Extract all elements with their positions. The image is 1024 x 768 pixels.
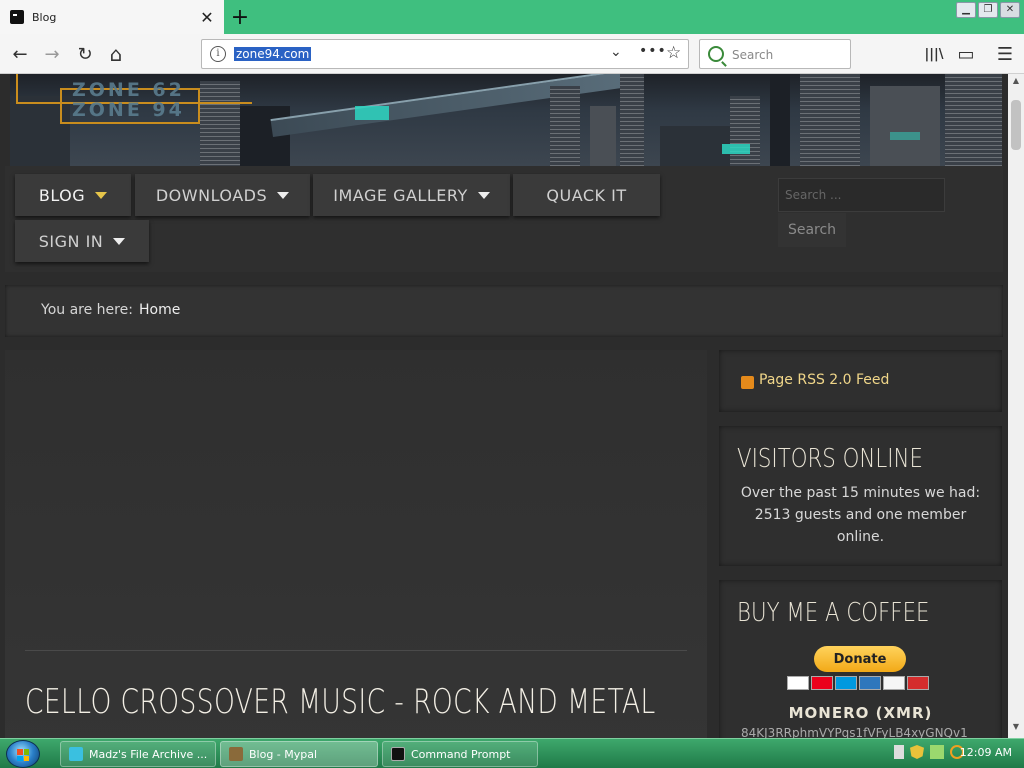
menu-item-quack-it[interactable]: QUACK IT (513, 174, 660, 216)
mastercard-icon (811, 676, 833, 690)
close-window-button[interactable]: ✕ (1000, 2, 1020, 18)
unionpay-icon (907, 676, 929, 690)
caret-down-icon (95, 191, 108, 199)
network-icon[interactable] (930, 745, 944, 759)
windows-logo-icon (17, 749, 29, 761)
xmr-address[interactable]: 84KJ3RRphmVYPqs1fVFyLB4xyGNQv1 (741, 726, 968, 738)
reload-icon[interactable]: ↻ (73, 42, 97, 66)
info-icon[interactable]: i (210, 46, 226, 62)
taskbar-item-command-prompt[interactable]: Command Prompt (382, 741, 538, 767)
browser-icon (69, 747, 83, 761)
site-banner: ZONE 62 ZONE 94 (10, 74, 1002, 166)
breadcrumb-label: You are here: (41, 302, 133, 318)
donate-button[interactable]: Donate (814, 646, 906, 672)
terminal-icon (391, 747, 405, 761)
site-search-button[interactable]: Search (778, 213, 846, 247)
home-icon[interactable]: ⌂ (104, 42, 128, 66)
menu-item-image-gallery[interactable]: IMAGE GALLERY (313, 174, 510, 216)
tab-blog[interactable]: Blog ✕ (0, 0, 224, 34)
new-tab-button[interactable]: + (228, 5, 252, 30)
caret-down-icon (277, 191, 290, 199)
site-logo[interactable]: ZONE 62 ZONE 94 (72, 80, 185, 120)
monero-label: MONERO (XMR) (788, 704, 933, 722)
taskbar-item-blog[interactable]: Blog - Mypal (220, 741, 378, 767)
tab-bar: Blog ✕ + ▁ ❐ ✕ (0, 0, 1024, 34)
site-favicon-icon (10, 10, 24, 24)
rss-module: Page RSS 2.0 Feed (719, 350, 1002, 412)
amex-icon (859, 676, 881, 690)
site-search-input[interactable]: Search ... (778, 178, 945, 212)
scroll-thumb[interactable] (1011, 100, 1021, 150)
minimize-button[interactable]: ▁ (956, 2, 976, 18)
taskbar-item-file-archive[interactable]: Madz's File Archive ... (60, 741, 216, 767)
rss-feed-link[interactable]: Page RSS 2.0 Feed (759, 372, 889, 388)
menu-item-downloads[interactable]: DOWNLOADS (135, 174, 310, 216)
browser-toolbar: ← → ↻ ⌂ i zone94.com ⌄ ••• ☆ Search |||\… (0, 34, 1024, 74)
hamburger-menu-icon[interactable]: ☰ (993, 42, 1017, 66)
library-icon[interactable]: |||\ (922, 42, 946, 66)
caret-down-icon (113, 237, 126, 245)
visitors-heading: VISITORS ONLINE (737, 444, 923, 474)
page-actions-icon[interactable]: ••• (639, 43, 667, 59)
mypal-icon (229, 747, 243, 761)
divider (25, 650, 687, 651)
scroll-up-icon[interactable]: ▲ (1008, 76, 1024, 90)
page-scrollbar[interactable]: ▲ ▼ (1008, 74, 1024, 738)
menu-item-sign-in[interactable]: SIGN IN (15, 220, 149, 262)
coffee-module: BUY ME A COFFEE Donate MONERO (XMR) 84KJ… (719, 580, 1002, 738)
visitors-module: VISITORS ONLINE Over the past 15 minutes… (719, 426, 1002, 566)
clock[interactable]: 12:09 AM (960, 746, 1012, 759)
window-controls: ▁ ❐ ✕ (956, 2, 1020, 18)
url-text[interactable]: zone94.com (234, 47, 312, 61)
main-content: CELLO CROSSOVER MUSIC - ROCK AND METAL (5, 350, 707, 738)
back-arrow-icon[interactable]: ← (8, 42, 32, 66)
browser-search-input[interactable]: Search (699, 39, 851, 69)
address-bar[interactable]: i zone94.com ⌄ ••• ☆ (201, 39, 689, 69)
menu-item-blog[interactable]: BLOG (15, 174, 131, 216)
discover-icon (883, 676, 905, 690)
coffee-heading: BUY ME A COFFEE (737, 598, 930, 628)
caret-down-icon (477, 191, 490, 199)
breadcrumb: You are here: Home (5, 285, 1003, 337)
scroll-down-icon[interactable]: ▼ (1008, 722, 1024, 736)
chevron-down-icon[interactable]: ⌄ (610, 44, 622, 60)
maestro-icon (835, 676, 857, 690)
search-placeholder: Search (732, 48, 774, 62)
bookmark-star-icon[interactable]: ☆ (666, 43, 681, 63)
sidebar-icon[interactable]: ▭ (954, 42, 978, 66)
shield-icon[interactable] (910, 745, 924, 759)
taskbar: Madz's File Archive ... Blog - Mypal Com… (0, 738, 1024, 768)
restore-button[interactable]: ❐ (978, 2, 998, 18)
tab-title: Blog (32, 10, 57, 24)
visitors-text: Over the past 15 minutes we had: 2513 gu… (740, 485, 981, 545)
close-tab-icon[interactable]: ✕ (196, 6, 218, 28)
web-page: ZONE 62 ZONE 94 BLOG DOWNLOADS IMAGE GAL… (0, 74, 1008, 738)
visa-icon (787, 676, 809, 690)
start-button[interactable] (6, 740, 40, 768)
forward-arrow-icon[interactable]: → (40, 42, 64, 66)
breadcrumb-home-link[interactable]: Home (139, 302, 180, 318)
system-tray (894, 745, 964, 759)
payment-cards (787, 676, 929, 690)
article-title[interactable]: CELLO CROSSOVER MUSIC - ROCK AND METAL (25, 682, 656, 722)
keyboard-icon[interactable] (894, 745, 904, 759)
rss-icon (741, 376, 754, 389)
search-engine-icon (708, 46, 724, 62)
